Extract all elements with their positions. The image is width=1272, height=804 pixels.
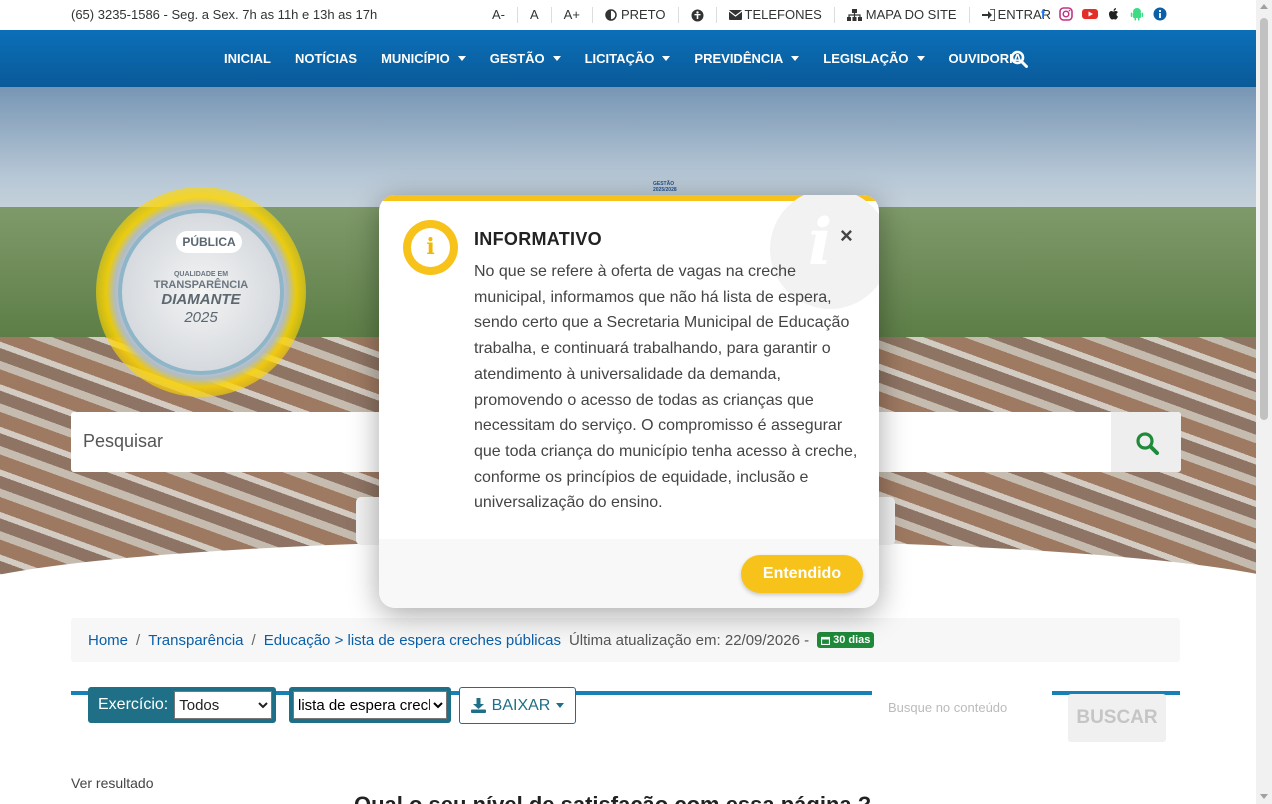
modal-body: No que se refere à oferta de vagas na cr… (474, 263, 858, 512)
modal-title: INFORMATIVO (474, 229, 602, 249)
info-icon: i (403, 220, 458, 275)
scrollbar-thumb[interactable] (1260, 18, 1268, 420)
scroll-down-icon[interactable] (1260, 794, 1268, 799)
close-icon[interactable]: × (840, 225, 853, 247)
informativo-modal: i i INFORMATIVO × No que se refere à ofe… (379, 195, 879, 608)
modal-footer: Entendido (379, 539, 879, 608)
scroll-up-icon[interactable] (1260, 4, 1268, 9)
confirm-button[interactable]: Entendido (741, 555, 863, 593)
page-scrollbar[interactable] (1256, 0, 1272, 804)
